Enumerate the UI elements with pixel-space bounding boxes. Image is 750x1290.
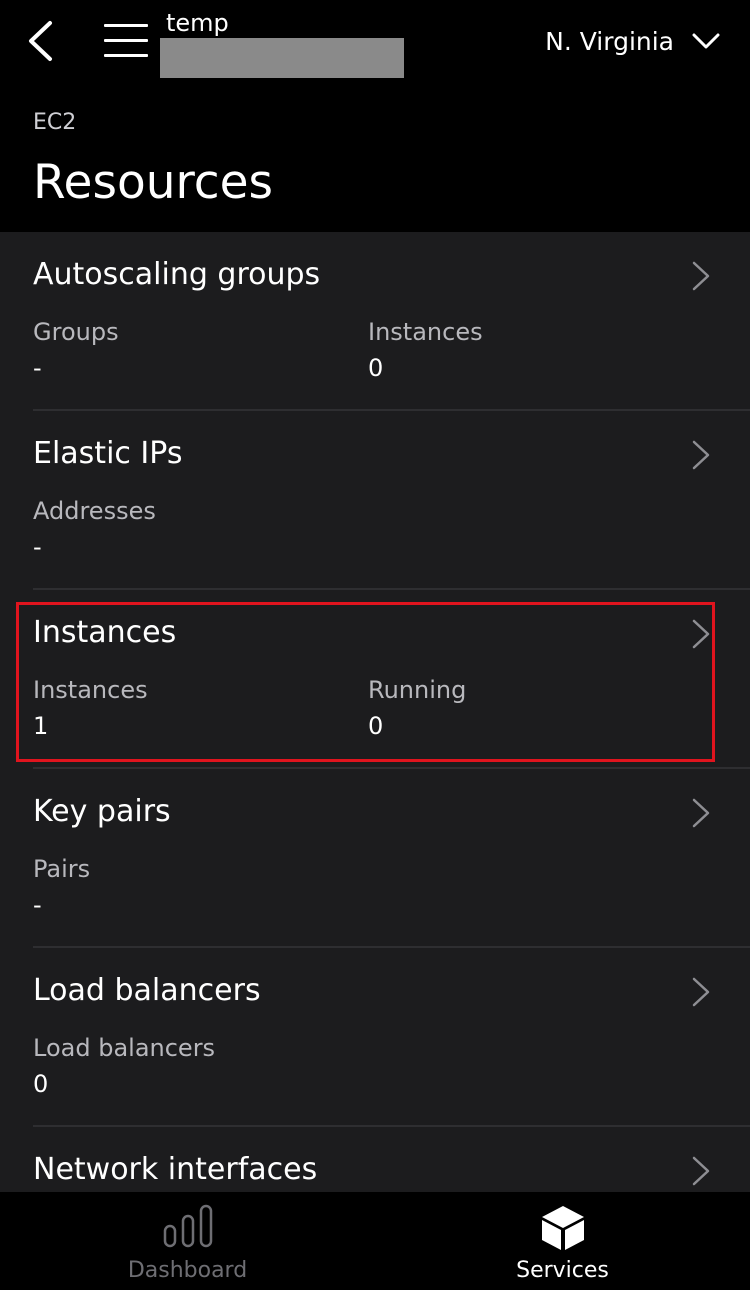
redacted-account-id (160, 38, 404, 78)
bottom-tab-bar: Dashboard Services (0, 1192, 750, 1290)
account-name: temp (166, 9, 229, 37)
card-title: Key pairs (33, 794, 171, 829)
metric-label: Addresses (33, 497, 156, 525)
metric-value: - (33, 533, 42, 561)
back-button[interactable] (22, 20, 58, 62)
chevron-left-icon (29, 21, 52, 61)
metric-label: Pairs (33, 855, 91, 883)
resource-card-network-interfaces[interactable]: Network interfaces (0, 1127, 750, 1192)
app-header: temp N. Virginia EC2 Resources (0, 0, 750, 232)
metric-value: - (33, 891, 42, 919)
chevron-right-icon (692, 977, 710, 1007)
menu-button[interactable] (104, 22, 150, 60)
metric-value: - (33, 354, 42, 382)
page-title: Resources (33, 155, 274, 210)
metric-label: Instances (368, 318, 483, 346)
chevron-right-icon (692, 798, 710, 828)
resource-card-elastic-ips[interactable]: Elastic IPs Addresses - (0, 411, 750, 590)
chevron-right-icon (692, 440, 710, 470)
cube-icon (541, 1206, 584, 1250)
hamburger-icon (104, 24, 148, 27)
chevron-right-icon (692, 261, 710, 291)
tab-label: Dashboard (127, 1258, 248, 1283)
resource-card-load-balancers[interactable]: Load balancers Load balancers 0 (0, 948, 750, 1127)
region-label: N. Virginia (545, 26, 674, 56)
resource-list: Autoscaling groups Groups - Instances 0 … (0, 232, 750, 1192)
card-title: Network interfaces (33, 1152, 318, 1187)
resource-card-autoscaling-groups[interactable]: Autoscaling groups Groups - Instances 0 (0, 232, 750, 411)
tab-label: Services (516, 1258, 609, 1283)
metric-label: Groups (33, 318, 119, 346)
tab-dashboard[interactable]: Dashboard (0, 1192, 375, 1290)
metric: Groups - (33, 316, 119, 388)
metric-value: 0 (368, 354, 384, 382)
chevron-right-icon (692, 1156, 710, 1186)
metric: Load balancers 0 (33, 1032, 215, 1104)
metric: Addresses - (33, 495, 156, 567)
card-title: Autoscaling groups (33, 257, 321, 292)
card-title: Load balancers (33, 973, 261, 1008)
chevron-down-icon (692, 33, 720, 49)
breadcrumb: EC2 (33, 110, 77, 135)
highlight-box (16, 602, 715, 762)
bar-chart-icon (163, 1204, 212, 1248)
metric: Instances 0 (368, 316, 483, 388)
resource-card-key-pairs[interactable]: Key pairs Pairs - (0, 769, 750, 948)
tab-services[interactable]: Services (375, 1192, 750, 1290)
card-title: Elastic IPs (33, 436, 183, 471)
metric-value: 0 (33, 1070, 49, 1098)
region-selector[interactable]: N. Virginia (545, 22, 720, 60)
metric: Pairs - (33, 853, 90, 925)
metric-label: Load balancers (33, 1034, 216, 1062)
